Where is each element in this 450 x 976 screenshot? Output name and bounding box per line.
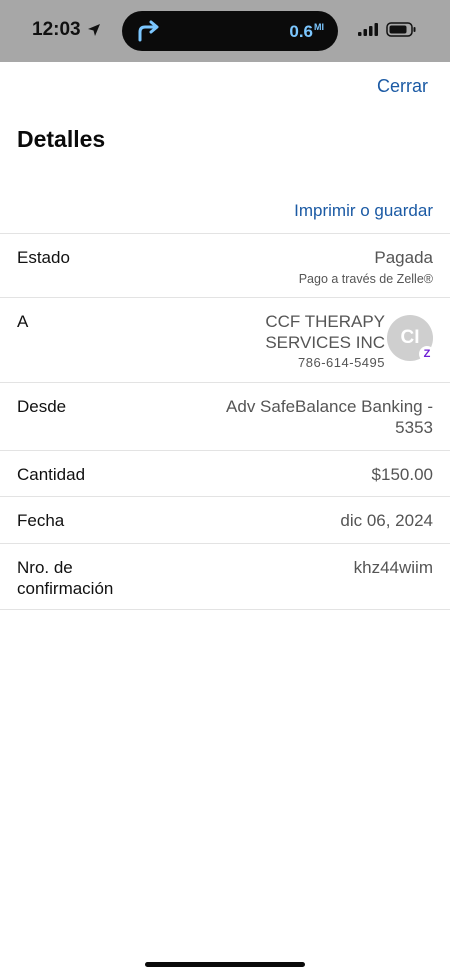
- turn-right-icon: [138, 20, 159, 42]
- amount-label: Cantidad: [17, 465, 86, 484]
- estado-value-group: Pagada Pago a través de Zelle®: [299, 247, 433, 287]
- battery-icon: [386, 22, 416, 37]
- detail-row-estado: Estado Pagada Pago a través de Zelle®: [0, 233, 450, 297]
- status-time: 12:03: [32, 19, 101, 41]
- detail-row-recipient: A CCF THERAPY SERVICES INC 786-614-5495 …: [0, 297, 450, 382]
- nav-distance-value: 0.6: [289, 22, 313, 41]
- from-label: Desde: [17, 397, 67, 416]
- payment-method-text: Pago a través de Zelle®: [298, 272, 433, 286]
- status-bar: 12:03 0.6MI: [0, 0, 450, 62]
- estado-value: Pagada: [374, 248, 433, 267]
- from-account: Adv SafeBalance Banking - 5353: [226, 397, 433, 437]
- detail-row-amount: Cantidad $150.00: [0, 450, 450, 496]
- amount-value: $150.00: [371, 465, 433, 484]
- print-or-save-button[interactable]: Imprimir o guardar: [294, 201, 433, 221]
- recipient-info: CCF THERAPY SERVICES INC 786-614-5495: [245, 311, 385, 370]
- status-icons: [358, 22, 416, 37]
- dynamic-island[interactable]: 0.6MI: [122, 11, 338, 51]
- detail-row-from: Desde Adv SafeBalance Banking - 5353: [0, 382, 450, 450]
- details-list: Estado Pagada Pago a través de Zelle® A …: [0, 233, 450, 610]
- location-arrow-icon: [87, 24, 100, 36]
- recipient-phone: 786-614-5495: [298, 355, 385, 370]
- clock-text: 12:03: [32, 19, 81, 40]
- nav-distance: 0.6MI: [289, 22, 324, 42]
- nav-distance-unit: MI: [314, 22, 324, 32]
- estado-label: Estado: [17, 248, 70, 267]
- date-value: dic 06, 2024: [340, 511, 433, 530]
- confirmation-label: Nro. de confirmación: [17, 558, 114, 598]
- recipient-name: CCF THERAPY SERVICES INC: [265, 312, 385, 352]
- close-button[interactable]: Cerrar: [377, 76, 428, 97]
- zelle-badge-icon: Z: [419, 346, 435, 362]
- detail-row-confirmation: Nro. de confirmación khz44wiim: [0, 543, 450, 610]
- recipient-label: A: [17, 312, 29, 331]
- signal-icon: [358, 23, 378, 36]
- detail-row-date: Fecha dic 06, 2024: [0, 496, 450, 543]
- confirmation-number: khz44wiim: [353, 558, 433, 577]
- home-indicator[interactable]: [145, 962, 305, 967]
- date-label: Fecha: [17, 511, 65, 530]
- page-title: Detalles: [17, 126, 106, 152]
